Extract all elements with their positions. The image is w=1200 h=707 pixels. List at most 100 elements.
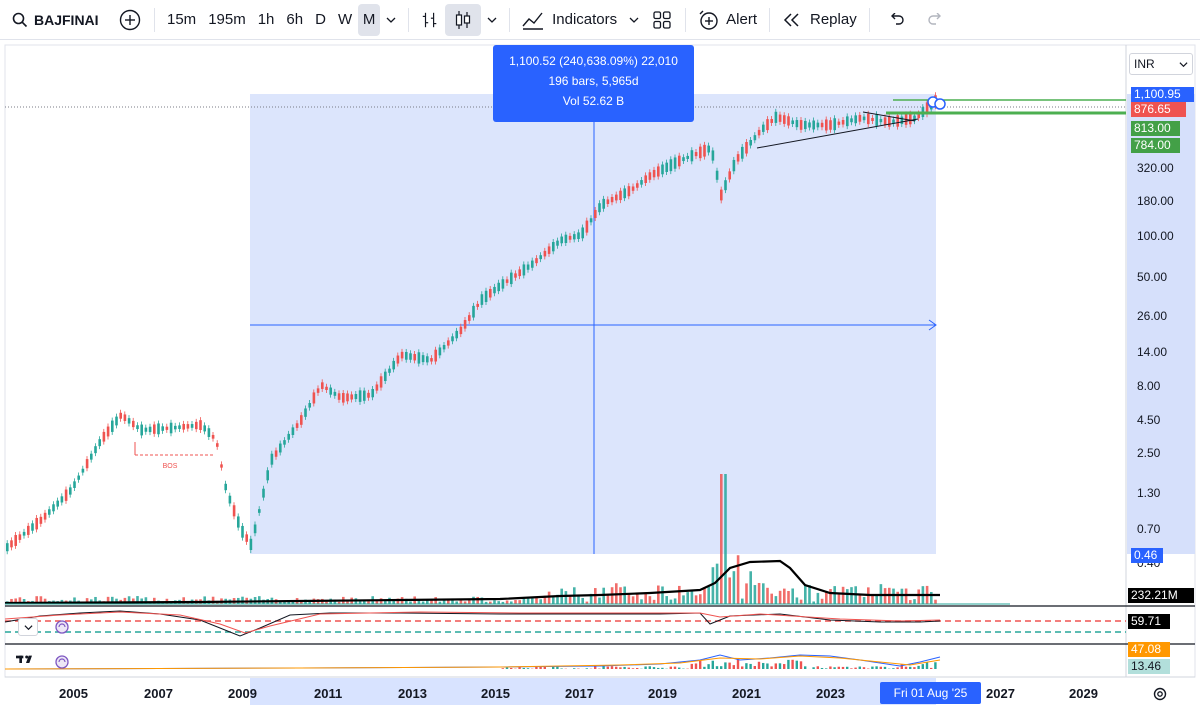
candle-body	[371, 389, 374, 397]
volume-bar	[846, 589, 849, 604]
candle-body	[178, 425, 181, 429]
candle-body	[670, 159, 673, 171]
volume-tag: 232.21M	[1128, 588, 1194, 603]
time-axis-label: 2009	[228, 686, 257, 701]
macd-bar	[506, 668, 508, 669]
volume-bar	[653, 600, 656, 604]
candle-body	[283, 440, 286, 445]
candle-body	[451, 336, 454, 341]
candle-body	[61, 496, 64, 502]
candle-body	[166, 427, 169, 430]
rsi-sync-button[interactable]	[52, 618, 72, 636]
macd-bar	[926, 662, 928, 669]
volume-bar	[644, 593, 647, 604]
volume-bar	[787, 591, 790, 604]
volume-bar	[577, 596, 580, 604]
candle-body	[628, 186, 631, 196]
measure-end-handle-2[interactable]	[935, 99, 945, 109]
candle-body	[472, 306, 475, 318]
volume-bar	[716, 564, 719, 604]
macd-bar	[838, 667, 840, 669]
volume-bar	[808, 585, 811, 604]
macd-bar	[523, 668, 525, 669]
volume-bar	[741, 599, 744, 604]
macd-bar	[875, 666, 877, 669]
volume-bar	[720, 474, 723, 604]
candle-body	[392, 361, 395, 369]
candle-body	[195, 422, 198, 429]
time-axis-label: 2023	[816, 686, 845, 701]
candle-body	[6, 543, 9, 551]
macd-bar	[527, 668, 529, 669]
candle-body	[56, 501, 59, 507]
candle-body	[674, 157, 677, 168]
candle-body	[161, 426, 164, 431]
candle-body	[632, 186, 635, 190]
settings-button[interactable]	[1152, 686, 1172, 704]
volume-bar	[745, 583, 748, 604]
candle-body	[775, 112, 778, 123]
currency-selector[interactable]: INR	[1129, 53, 1193, 75]
candle-body	[577, 232, 580, 239]
volume-bar	[506, 600, 509, 604]
candle-body	[565, 235, 568, 243]
macd-bar	[892, 668, 894, 669]
candle-body	[510, 273, 513, 284]
measure-tooltip: 1,100.52 (240,638.09%) 22,010 196 bars, …	[493, 45, 694, 122]
candle-body	[791, 120, 794, 124]
candle-body	[98, 439, 101, 446]
volume-bar	[241, 597, 244, 604]
candle-body	[644, 175, 647, 183]
macd-bar	[607, 667, 609, 669]
candle-body	[174, 426, 177, 429]
candle-body	[14, 535, 17, 546]
rsi-collapse-button[interactable]	[18, 618, 38, 636]
macd-bar	[602, 666, 604, 669]
candle-body	[19, 534, 22, 540]
candle-body	[203, 425, 206, 431]
macd-signal	[5, 656, 940, 669]
candle-body	[707, 146, 710, 153]
volume-bar	[791, 588, 794, 604]
tv-logo-icon	[16, 652, 36, 666]
macd-bar	[766, 663, 768, 669]
price-axis-label: 1.30	[1137, 486, 1160, 500]
candle-body	[359, 390, 362, 402]
macd-bar	[800, 661, 802, 669]
candle-body	[325, 387, 328, 390]
candle-body	[573, 234, 576, 239]
volume-bar	[623, 587, 626, 604]
time-axis-label: 2007	[144, 686, 173, 701]
candle-body	[388, 369, 391, 373]
macd-bar	[674, 667, 676, 669]
volume-bar	[825, 592, 828, 604]
volume-bar	[770, 594, 773, 604]
candle-body	[128, 418, 131, 423]
macd-bar	[724, 662, 726, 669]
price-axis-label: 8.00	[1137, 379, 1160, 393]
candle-body	[443, 345, 446, 349]
candle-body	[426, 356, 429, 362]
candle-body	[657, 166, 660, 176]
time-axis-label: 2005	[59, 686, 88, 701]
macd-bar	[657, 668, 659, 669]
candle-body	[733, 160, 736, 171]
macd-bar	[716, 666, 718, 669]
candle-body	[481, 294, 484, 305]
candle-body	[464, 320, 467, 329]
macd-bar	[779, 663, 781, 669]
macd-bar	[817, 666, 819, 669]
candle-body	[27, 526, 30, 535]
candle-body	[590, 218, 593, 222]
candle-body	[380, 376, 383, 387]
candle-body	[149, 427, 152, 432]
candle-body	[859, 115, 862, 122]
macd-sync-button[interactable]	[52, 653, 72, 671]
candle-body	[413, 354, 416, 360]
red-price-tag: 876.65	[1131, 102, 1186, 117]
macd-bar	[623, 667, 625, 669]
macd-value-tag-2: 13.46	[1128, 659, 1170, 674]
candle-body	[145, 428, 148, 432]
candle-body	[653, 170, 656, 177]
macd-bar	[632, 668, 634, 669]
